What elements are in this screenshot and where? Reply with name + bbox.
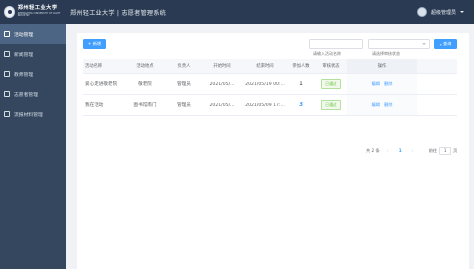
- volunteer-icon: [4, 91, 10, 97]
- seal-icon: [4, 6, 15, 18]
- cell-status: 已通过: [315, 79, 347, 89]
- teacher-icon: [4, 71, 10, 77]
- pagination: 共 2 条 ‹ 1 › 前往 页: [366, 146, 457, 155]
- chevron-down-icon[interactable]: [460, 11, 464, 13]
- edit-link[interactable]: 编辑: [372, 81, 380, 87]
- sidebar-item-label: 新闻管理: [14, 52, 34, 58]
- app-root: 郑州轻工业大学 ZHENGZHOU UNIVERSITY OF LIGHT IN…: [0, 0, 474, 269]
- goto-page: 前往 页: [428, 146, 458, 155]
- status-badge: 已通过: [321, 100, 341, 110]
- status-select-input[interactable]: [369, 49, 429, 58]
- status-badge: 已通过: [321, 79, 341, 89]
- participant-count: 1: [299, 81, 303, 87]
- cell-actions: 编辑 删除: [347, 74, 417, 94]
- logo-cn: 郑州轻工业大学: [17, 5, 58, 12]
- col-header: 操作: [347, 59, 417, 73]
- col-header: 参加人数: [292, 64, 310, 69]
- col-header: 开始时间: [213, 64, 231, 69]
- news-icon: [4, 51, 10, 57]
- top-header: 郑州轻工业大学 ZHENGZHOU UNIVERSITY OF LIGHT IN…: [0, 0, 474, 24]
- page-number[interactable]: 1: [396, 147, 405, 155]
- sidebar-item-label: 教师管理: [14, 72, 34, 78]
- total-count: 共 2 条: [366, 147, 380, 153]
- sidebar: 活动管理 新闻管理 教师管理 志愿者管理 流报材料管理: [0, 24, 66, 269]
- cell-end: 2021/05/09 17:...: [245, 102, 285, 108]
- logo-en: ZHENGZHOU UNIVERSITY OF LIGHT INDUSTRY: [17, 11, 61, 18]
- user-menu[interactable]: 超级管理员: [416, 7, 474, 17]
- next-page-icon[interactable]: ›: [410, 148, 416, 153]
- calendar-icon: [4, 31, 10, 37]
- cell-end: 2021/05/19 00:...: [245, 81, 285, 87]
- document-icon: [4, 111, 10, 117]
- sidebar-item-label: 志愿者管理: [14, 92, 38, 98]
- user-name[interactable]: 超级管理员: [431, 9, 456, 16]
- goto-page-input[interactable]: [439, 146, 452, 155]
- col-header: 活动地点: [136, 64, 154, 69]
- cell-actions: 编辑 删除: [347, 95, 417, 115]
- status-select[interactable]: [368, 39, 430, 58]
- sidebar-item-label: 活动管理: [14, 32, 34, 38]
- query-button[interactable]: ⌕ 查询: [434, 39, 457, 49]
- page-suffix: 页: [453, 147, 458, 153]
- edit-link[interactable]: 编辑: [372, 102, 380, 108]
- activity-name-search[interactable]: [309, 39, 363, 58]
- cell-start: 2021/05/...: [209, 81, 235, 87]
- avatar[interactable]: [416, 7, 427, 17]
- col-header: 负责人: [177, 64, 191, 69]
- sidebar-item-news[interactable]: 新闻管理: [0, 44, 66, 64]
- cell-name: 我在活动: [85, 103, 104, 108]
- sidebar-item-volunteers[interactable]: 志愿者管理: [0, 84, 66, 104]
- col-header: 审核状态: [322, 64, 340, 69]
- activity-table: 活动名称 活动地点 负责人 开始时间 结束时间 参加人数 审核状态 操作 爱心走…: [83, 59, 457, 116]
- prev-page-icon[interactable]: ‹: [385, 148, 391, 153]
- cell-start: 2021/05/...: [209, 102, 235, 108]
- chevron-down-icon: [422, 43, 426, 45]
- col-header: 结束时间: [256, 64, 274, 69]
- logo-text: 郑州轻工业大学 ZHENGZHOU UNIVERSITY OF LIGHT IN…: [18, 6, 66, 17]
- cell-place: 敬老院: [138, 82, 152, 87]
- cell-owner: 管理员: [177, 82, 191, 87]
- table-row: 我在活动 图书馆南门 管理员 2021/05/... 2021/05/09 17…: [83, 95, 457, 116]
- cell-name: 爱心走进敬老院: [85, 82, 118, 87]
- table-row: 爱心走进敬老院 敬老院 管理员 2021/05/... 2021/05/19 0…: [83, 74, 457, 95]
- system-title: 郑州轻工业大学 | 志愿者管理系统: [70, 9, 167, 17]
- cell-count: 1: [287, 81, 315, 87]
- university-logo[interactable]: 郑州轻工业大学 ZHENGZHOU UNIVERSITY OF LIGHT IN…: [0, 0, 66, 24]
- col-header: 活动名称: [85, 64, 103, 69]
- add-button[interactable]: + 新增: [83, 39, 106, 49]
- delete-link[interactable]: 删除: [384, 81, 392, 87]
- goto-label: 前往: [428, 147, 438, 153]
- sidebar-item-materials[interactable]: 流报材料管理: [0, 104, 66, 124]
- query-label: 查询: [442, 41, 452, 46]
- delete-link[interactable]: 删除: [384, 102, 392, 108]
- cell-count: 3: [287, 102, 315, 108]
- search-input[interactable]: [310, 49, 362, 58]
- cell-place: 图书馆南门: [133, 103, 157, 108]
- cell-owner: 管理员: [177, 103, 191, 108]
- sidebar-item-teachers[interactable]: 教师管理: [0, 64, 66, 84]
- cell-status: 已通过: [315, 100, 347, 110]
- col-header-actions: 操作: [377, 64, 387, 69]
- sidebar-item-activities[interactable]: 活动管理: [0, 24, 66, 44]
- sidebar-item-label: 流报材料管理: [14, 112, 43, 118]
- search-icon: ⌕: [439, 41, 442, 47]
- participant-count: 3: [298, 102, 304, 108]
- table-header: 活动名称 活动地点 负责人 开始时间 结束时间 参加人数 审核状态 操作: [83, 59, 457, 74]
